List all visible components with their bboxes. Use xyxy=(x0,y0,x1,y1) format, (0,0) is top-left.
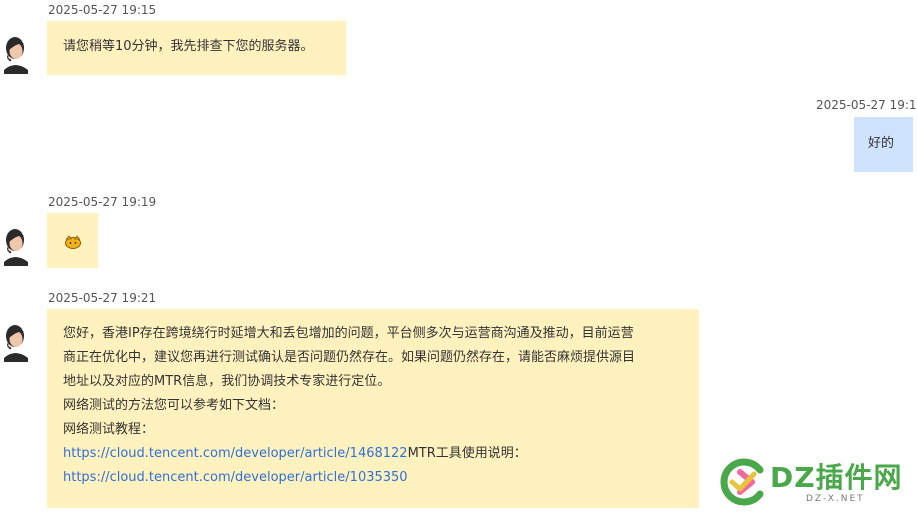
message-timestamp: 2025-05-27 19:19 xyxy=(48,195,157,209)
agent-avatar-icon xyxy=(0,30,30,74)
user-message-bubble: 好的 xyxy=(854,117,913,172)
watermark-text: DZ插件网 xyxy=(770,461,903,494)
message-timestamp: 2025-05-27 19:18 xyxy=(816,98,917,112)
link-suffix-text: MTR工具使用说明： xyxy=(407,446,527,461)
sticker-emoji-icon xyxy=(64,234,82,258)
agent-message-bubble: 请您稍等10分钟，我先排查下您的服务器。 xyxy=(47,21,346,75)
message-timestamp: 2025-05-27 19:15 xyxy=(48,3,157,17)
message-text: 请您稍等10分钟，我先排查下您的服务器。 xyxy=(63,39,314,54)
agent-avatar-icon xyxy=(0,318,30,362)
dz-logo-icon xyxy=(720,458,764,506)
mtr-doc-link[interactable]: https://cloud.tencent.com/developer/arti… xyxy=(63,470,408,485)
agent-message-bubble xyxy=(47,213,98,268)
watermark: DZ插件网 DZ-X.NET xyxy=(716,452,906,518)
agent-message-bubble: 您好，香港IP存在跨境绕行时延增大和丢包增加的问题，平台侧多次与运营商沟通及推动… xyxy=(47,309,699,508)
message-line: 您好，香港IP存在跨境绕行时延增大和丢包增加的问题，平台侧多次与运营商沟通及推动… xyxy=(63,326,634,341)
message-line: 商正在优化中，建议您再进行测试确认是否问题仍然存在。如果问题仍然存在，请能否麻烦… xyxy=(63,350,636,365)
message-text: 好的 xyxy=(868,136,895,151)
tutorial-link[interactable]: https://cloud.tencent.com/developer/arti… xyxy=(63,446,408,461)
agent-avatar-icon xyxy=(0,222,30,266)
message-line: https://cloud.tencent.com/developer/arti… xyxy=(63,442,683,466)
message-line: https://cloud.tencent.com/developer/arti… xyxy=(63,466,683,490)
chat-window: 2025-05-27 19:15 请您稍等10分钟，我先排查下您的服务器。 20… xyxy=(0,0,917,525)
watermark-subtext: DZ-X.NET xyxy=(806,494,865,504)
message-timestamp: 2025-05-27 19:21 xyxy=(48,291,157,305)
message-line: 地址以及对应的MTR信息，我们协调技术专家进行定位。 xyxy=(63,374,391,389)
message-line: 网络测试的方法您可以参考如下文档： xyxy=(63,398,285,413)
message-line: 网络测试教程： xyxy=(63,422,155,437)
